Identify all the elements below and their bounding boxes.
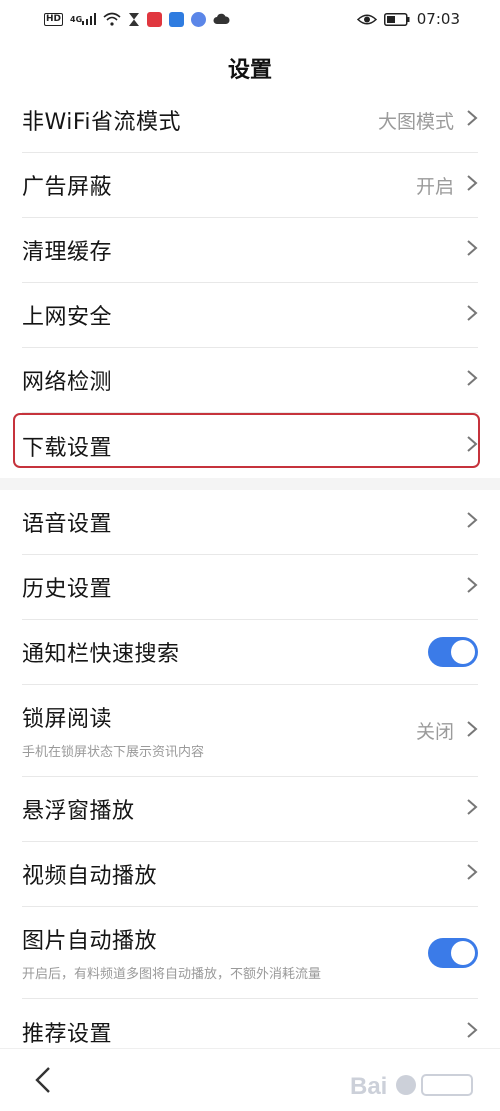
settings-row[interactable]: 视频自动播放 bbox=[22, 842, 478, 907]
settings-row-control bbox=[466, 863, 478, 885]
settings-row-control: 大图模式 bbox=[378, 107, 478, 134]
settings-row[interactable]: 上网安全 bbox=[22, 283, 478, 348]
chevron-right-icon bbox=[466, 369, 478, 391]
settings-row-label: 通知栏快速搜索 bbox=[22, 642, 180, 667]
settings-row-control bbox=[466, 798, 478, 820]
settings-row[interactable]: 通知栏快速搜索 bbox=[22, 620, 478, 685]
toggle-switch[interactable] bbox=[428, 937, 478, 968]
bottom-bar: Bai bbox=[0, 1048, 500, 1111]
chevron-right-icon bbox=[466, 109, 478, 131]
settings-row[interactable]: 广告屏蔽 开启 bbox=[22, 153, 478, 218]
settings-row-text: 清理缓存 bbox=[22, 234, 112, 266]
settings-row-label: 推荐设置 bbox=[22, 1021, 113, 1047]
app-red-icon bbox=[147, 11, 163, 27]
settings-group-display: 语音设置历史设置通知栏快速搜索 锁屏阅读手机在锁屏状态下展示资讯内容 关闭悬浮窗播放… bbox=[0, 490, 500, 1064]
settings-row-text: 广告屏蔽 bbox=[22, 169, 112, 201]
settings-row-control bbox=[466, 1021, 478, 1043]
settings-list: 非WiFi省流模式 大图模式 广告屏蔽 开启 清理缓存 上网安全 网络检测 下载设置 语音设置… bbox=[0, 88, 500, 1064]
app-blue-icon bbox=[169, 11, 185, 27]
settings-row-control bbox=[466, 511, 478, 533]
settings-row-value: 开启 bbox=[415, 175, 454, 198]
settings-row-label: 视频自动播放 bbox=[22, 864, 158, 889]
cloud-icon bbox=[213, 13, 230, 25]
settings-row[interactable]: 图片自动播放开启后，有料频道多图将自动播放，不额外消耗流量 bbox=[22, 907, 478, 999]
settings-row-control bbox=[428, 937, 478, 968]
status-bar-right: 07:03 bbox=[356, 10, 460, 28]
settings-row-label: 图片自动播放 bbox=[22, 929, 158, 954]
chevron-right-icon bbox=[466, 511, 478, 533]
svg-text:Bai: Bai bbox=[350, 1073, 387, 1100]
hourglass-icon bbox=[128, 12, 140, 27]
settings-row-text: 语音设置 bbox=[22, 506, 112, 538]
status-bar-left: HD 4G bbox=[44, 11, 230, 27]
settings-row[interactable]: 清理缓存 bbox=[22, 218, 478, 283]
settings-row-text: 网络检测 bbox=[22, 364, 112, 396]
settings-row[interactable]: 历史设置 bbox=[22, 555, 478, 620]
chevron-right-icon bbox=[466, 863, 478, 885]
settings-row-label: 锁屏阅读 bbox=[22, 707, 113, 732]
settings-row-text: 悬浮窗播放 bbox=[22, 793, 135, 825]
settings-row-text: 上网安全 bbox=[22, 299, 112, 331]
back-icon[interactable] bbox=[32, 1065, 54, 1095]
settings-row-text: 锁屏阅读手机在锁屏状态下展示资讯内容 bbox=[22, 701, 204, 760]
settings-row[interactable]: 网络检测 bbox=[22, 348, 478, 413]
settings-row-control: 关闭 bbox=[416, 717, 478, 744]
hd-icon: HD bbox=[44, 12, 64, 26]
settings-row-text: 推荐设置 bbox=[22, 1016, 112, 1048]
download-settings-highlight bbox=[13, 413, 480, 468]
app-music-icon bbox=[191, 11, 207, 27]
toggle-knob bbox=[451, 940, 475, 965]
settings-row-label: 清理缓存 bbox=[22, 240, 113, 265]
chevron-right-icon bbox=[466, 239, 478, 261]
chevron-right-icon bbox=[466, 576, 478, 598]
chevron-right-icon bbox=[466, 1021, 478, 1043]
settings-row[interactable]: 非WiFi省流模式 大图模式 bbox=[22, 88, 478, 153]
settings-row-control bbox=[466, 239, 478, 261]
clock-time: 07:03 bbox=[416, 10, 460, 28]
group-divider bbox=[0, 478, 500, 490]
settings-row-text: 非WiFi省流模式 bbox=[22, 104, 181, 136]
battery-icon bbox=[383, 12, 410, 26]
settings-row-value: 关闭 bbox=[415, 721, 454, 743]
settings-row[interactable]: 语音设置 bbox=[22, 490, 478, 555]
settings-row-control: 开启 bbox=[416, 172, 478, 199]
settings-row-label: 上网安全 bbox=[22, 305, 113, 330]
settings-row-label: 非WiFi省流模式 bbox=[22, 110, 182, 135]
settings-row-label: 网络检测 bbox=[22, 370, 113, 395]
settings-row-text: 通知栏快速搜索 bbox=[22, 636, 180, 668]
chevron-right-icon bbox=[466, 798, 478, 820]
signal-icon: 4G bbox=[70, 13, 97, 25]
settings-row-text: 视频自动播放 bbox=[22, 858, 157, 890]
settings-row-label: 历史设置 bbox=[22, 577, 113, 602]
settings-row-text: 图片自动播放开启后，有料频道多图将自动播放，不额外消耗流量 bbox=[22, 923, 321, 982]
settings-row-control bbox=[428, 637, 478, 667]
baidu-jingyan-watermark-icon: Bai bbox=[350, 1073, 473, 1100]
toggle-switch[interactable] bbox=[428, 637, 478, 667]
settings-row-control bbox=[466, 304, 478, 326]
settings-row[interactable]: 悬浮窗播放 bbox=[22, 777, 478, 842]
settings-row-label: 悬浮窗播放 bbox=[22, 799, 135, 824]
toggle-knob bbox=[451, 640, 475, 664]
network-type: 4G bbox=[70, 14, 83, 24]
settings-row-label: 语音设置 bbox=[22, 512, 113, 537]
chevron-right-icon bbox=[466, 720, 478, 742]
settings-row-description: 开启后，有料频道多图将自动播放，不额外消耗流量 bbox=[22, 967, 322, 982]
chevron-right-icon bbox=[466, 304, 478, 326]
wifi-icon bbox=[103, 12, 121, 26]
settings-row-control bbox=[466, 369, 478, 391]
settings-row-label: 广告屏蔽 bbox=[22, 175, 113, 200]
status-bar: HD 4G 07:03 bbox=[0, 0, 500, 38]
settings-row-description: 手机在锁屏状态下展示资讯内容 bbox=[22, 745, 205, 760]
settings-row-value: 大图模式 bbox=[377, 110, 454, 133]
chevron-right-icon bbox=[466, 174, 478, 196]
eye-icon bbox=[356, 13, 377, 26]
settings-row[interactable]: 锁屏阅读手机在锁屏状态下展示资讯内容 关闭 bbox=[22, 685, 478, 777]
settings-row-control bbox=[466, 576, 478, 598]
settings-row-text: 历史设置 bbox=[22, 571, 112, 603]
